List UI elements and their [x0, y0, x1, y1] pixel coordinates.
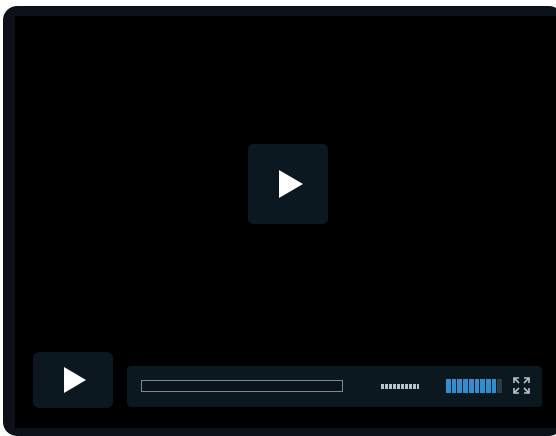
play-icon: [64, 367, 86, 393]
time-display: [381, 384, 419, 389]
volume-segment[interactable]: [446, 379, 451, 393]
volume-segment[interactable]: [451, 379, 457, 393]
fullscreen-icon[interactable]: [513, 377, 530, 394]
volume-segment[interactable]: [468, 379, 474, 393]
volume-slider[interactable]: [446, 379, 503, 393]
play-button[interactable]: [33, 352, 113, 408]
seek-bar[interactable]: [141, 380, 343, 392]
center-play-button[interactable]: [248, 144, 328, 224]
volume-segment[interactable]: [497, 379, 503, 393]
volume-segment[interactable]: [457, 379, 463, 393]
volume-segment[interactable]: [491, 379, 497, 393]
play-icon: [279, 170, 303, 198]
volume-segment[interactable]: [485, 379, 491, 393]
control-bar: [127, 366, 542, 407]
volume-segment[interactable]: [474, 379, 480, 393]
volume-segment[interactable]: [480, 379, 485, 393]
volume-segment[interactable]: [463, 379, 468, 393]
